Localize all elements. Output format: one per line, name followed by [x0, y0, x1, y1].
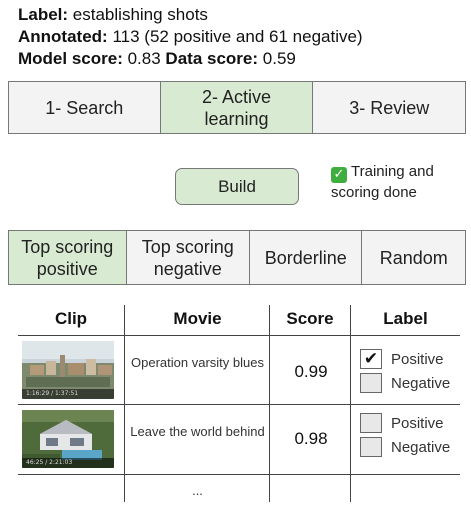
header-score: Score — [286, 309, 334, 328]
tab-borderline[interactable]: Borderline — [250, 231, 363, 284]
clip-thumbnail[interactable]: 46:25 / 2:21:03 — [22, 410, 114, 468]
annotated-key: Annotated: — [18, 27, 108, 46]
label-value: establishing shots — [72, 5, 208, 24]
model-score-value: 0.83 — [127, 49, 161, 68]
tab-search[interactable]: 1- Search — [9, 82, 161, 133]
negative-label: Negative — [391, 438, 451, 456]
check-mark-icon: ✓ — [331, 167, 347, 183]
row-divider — [18, 474, 460, 475]
negative-checkbox[interactable] — [360, 437, 382, 457]
step-tabs: 1- Search 2- Active learning 3- Review — [8, 81, 466, 134]
tab-review[interactable]: 3- Review — [313, 82, 466, 133]
label-positive-option[interactable]: Positive — [360, 413, 444, 433]
tab-top-scoring-positive[interactable]: Top scoring positive — [9, 231, 127, 284]
label-negative-option[interactable]: Negative — [360, 437, 450, 457]
label-line: Label: establishing shots — [18, 4, 208, 26]
positive-label: Positive — [391, 350, 444, 368]
build-button[interactable]: Build — [175, 168, 299, 205]
clip-thumbnail[interactable]: 1:16:29 / 1:37:51 — [22, 341, 114, 399]
scores-line: Model score: 0.83 Data score: 0.59 — [18, 48, 296, 70]
clip-timecode: 46:25 / 2:21:03 — [26, 459, 73, 466]
filter-tabs: Top scoring positive Top scoring negativ… — [8, 230, 466, 285]
tab-active-learning[interactable]: 2- Active learning — [160, 82, 314, 133]
row-divider — [18, 335, 460, 336]
training-status: ✓ Training and scoring done — [331, 162, 466, 202]
results-table: Clip Movie Score Label 1:16:29 / 1:37:51… — [18, 300, 460, 505]
label-key: Label: — [18, 5, 69, 24]
row-divider — [18, 404, 460, 405]
positive-checkbox[interactable] — [360, 413, 382, 433]
header-label: Label — [383, 309, 428, 328]
data-score-value: 0.59 — [262, 49, 296, 68]
positive-label: Positive — [391, 414, 444, 432]
header-clip: Clip — [54, 309, 88, 328]
clip-timecode: 1:16:29 / 1:37:51 — [26, 390, 79, 397]
negative-checkbox[interactable] — [360, 373, 382, 393]
model-score-key: Model score: — [18, 49, 123, 68]
label-negative-option[interactable]: Negative — [360, 373, 450, 393]
movie-title: Leave the world behind — [130, 424, 265, 439]
score-value: 0.99 — [294, 362, 328, 381]
tab-random[interactable]: Random — [362, 231, 465, 284]
positive-checkbox[interactable]: ✔ — [360, 349, 382, 369]
score-value: 0.98 — [294, 429, 328, 448]
label-positive-option[interactable]: ✔ Positive — [360, 349, 444, 369]
annotated-line: Annotated: 113 (52 positive and 61 negat… — [18, 26, 363, 48]
tab-top-scoring-negative[interactable]: Top scoring negative — [126, 231, 251, 284]
movie-title: Operation varsity blues — [131, 355, 264, 370]
more-rows-indicator: ... — [192, 483, 203, 498]
data-score-key: Data score: — [165, 49, 259, 68]
negative-label: Negative — [391, 374, 451, 392]
header-movie: Movie — [173, 309, 222, 328]
annotated-value: 113 (52 positive and 61 negative) — [112, 27, 363, 46]
